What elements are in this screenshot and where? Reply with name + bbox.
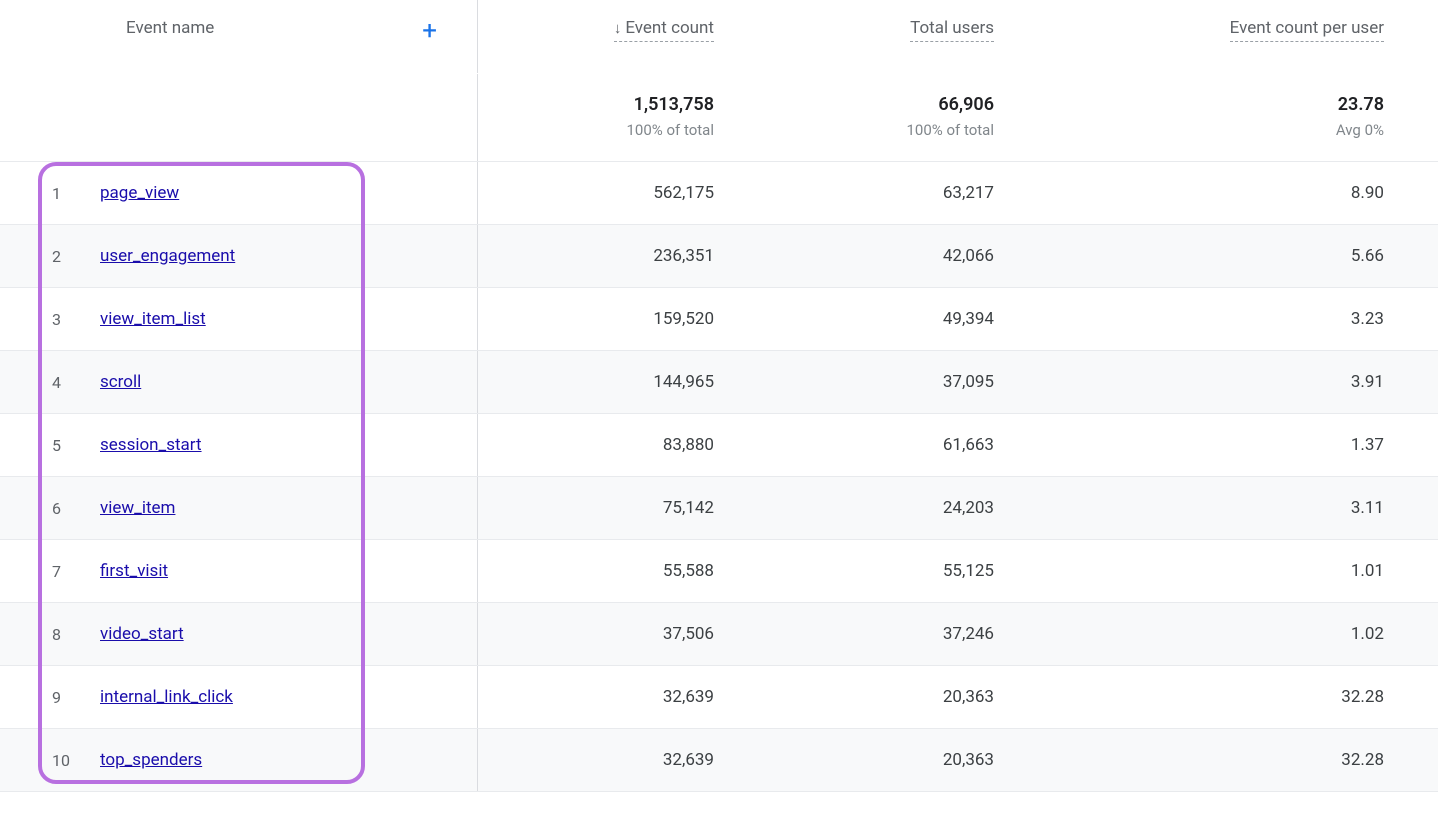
cell-per-user: 8.90 — [1018, 183, 1408, 203]
cell-total-users: 55,125 — [738, 561, 1018, 581]
cell-total-users: 20,363 — [738, 750, 1018, 770]
column-label: Event count — [625, 18, 714, 38]
summary-total-users: 66,906 100% of total — [738, 74, 1018, 161]
cell-per-user: 3.23 — [1018, 309, 1408, 329]
table-row: 2user_engagement236,35142,0665.66 — [0, 225, 1438, 288]
column-label: Event count per user — [1230, 18, 1384, 38]
cell-per-user: 1.02 — [1018, 624, 1408, 644]
event-name-link[interactable]: user_engagement — [100, 246, 235, 266]
data-rows-container: 1page_view562,17563,2178.902user_engagem… — [0, 162, 1438, 792]
cell-event-count: 236,351 — [478, 246, 738, 266]
event-name-link[interactable]: internal_link_click — [100, 687, 233, 707]
cell-event-count: 32,639 — [478, 687, 738, 707]
row-dimension-cell: 6view_item — [0, 477, 478, 539]
row-number: 8 — [52, 625, 100, 644]
event-name-link[interactable]: first_visit — [100, 561, 168, 581]
row-dimension-cell: 1page_view — [0, 162, 478, 224]
table-row: 10top_spenders32,63920,36332.28 — [0, 729, 1438, 792]
cell-event-count: 83,880 — [478, 435, 738, 455]
table-row: 1page_view562,17563,2178.90 — [0, 162, 1438, 225]
summary-subtext: 100% of total — [748, 121, 994, 139]
cell-total-users: 49,394 — [738, 309, 1018, 329]
row-number: 4 — [52, 373, 100, 392]
cell-total-users: 42,066 — [738, 246, 1018, 266]
add-dimension-button[interactable]: + — [422, 18, 437, 44]
table-header-row: Event name + ↓ Event count Total users E… — [0, 0, 1438, 74]
cell-total-users: 37,095 — [738, 372, 1018, 392]
cell-event-count: 37,506 — [478, 624, 738, 644]
cell-per-user: 5.66 — [1018, 246, 1408, 266]
sort-arrow-down-icon: ↓ — [614, 19, 622, 37]
summary-subtext: 100% of total — [488, 121, 714, 139]
row-dimension-cell: 5session_start — [0, 414, 478, 476]
event-name-link[interactable]: session_start — [100, 435, 202, 455]
event-name-link[interactable]: scroll — [100, 372, 141, 392]
row-number: 6 — [52, 499, 100, 518]
summary-event-count: 1,513,758 100% of total — [478, 74, 738, 161]
metric-header-cell-per-user: Event count per user — [1018, 0, 1408, 73]
cell-per-user: 32.28 — [1018, 750, 1408, 770]
table-row: 5session_start83,88061,6631.37 — [0, 414, 1438, 477]
cell-total-users: 20,363 — [738, 687, 1018, 707]
row-dimension-cell: 9internal_link_click — [0, 666, 478, 728]
cell-event-count: 55,588 — [478, 561, 738, 581]
cell-total-users: 63,217 — [738, 183, 1018, 203]
cell-event-count: 159,520 — [478, 309, 738, 329]
dimension-header-label: Event name — [0, 18, 214, 38]
summary-per-user: 23.78 Avg 0% — [1018, 74, 1408, 161]
row-number: 3 — [52, 310, 100, 329]
row-number: 2 — [52, 247, 100, 266]
summary-row: 1,513,758 100% of total 66,906 100% of t… — [0, 74, 1438, 162]
events-table: Event name + ↓ Event count Total users E… — [0, 0, 1438, 792]
event-name-link[interactable]: top_spenders — [100, 750, 202, 770]
cell-per-user: 3.11 — [1018, 498, 1408, 518]
row-number: 9 — [52, 688, 100, 707]
cell-total-users: 37,246 — [738, 624, 1018, 644]
row-number: 10 — [52, 751, 100, 770]
cell-event-count: 75,142 — [478, 498, 738, 518]
cell-per-user: 32.28 — [1018, 687, 1408, 707]
cell-event-count: 562,175 — [478, 183, 738, 203]
table-row: 9internal_link_click32,63920,36332.28 — [0, 666, 1438, 729]
column-header-event-count[interactable]: ↓ Event count — [614, 18, 714, 42]
event-name-link[interactable]: view_item_list — [100, 309, 206, 329]
column-header-per-user[interactable]: Event count per user — [1230, 18, 1384, 42]
row-dimension-cell: 10top_spenders — [0, 729, 478, 791]
table-row: 8video_start37,50637,2461.02 — [0, 603, 1438, 666]
row-number: 1 — [52, 184, 100, 203]
row-dimension-cell: 7first_visit — [0, 540, 478, 602]
row-dimension-cell: 8video_start — [0, 603, 478, 665]
row-number: 7 — [52, 562, 100, 581]
cell-total-users: 24,203 — [738, 498, 1018, 518]
table-row: 3view_item_list159,52049,3943.23 — [0, 288, 1438, 351]
metric-header-cell-total-users: Total users — [738, 0, 1018, 73]
table-row: 4scroll144,96537,0953.91 — [0, 351, 1438, 414]
column-label: Total users — [910, 18, 994, 38]
cell-per-user: 3.91 — [1018, 372, 1408, 392]
event-name-link[interactable]: video_start — [100, 624, 184, 644]
summary-subtext: Avg 0% — [1028, 121, 1384, 139]
summary-value: 1,513,758 — [488, 94, 714, 115]
row-number: 5 — [52, 436, 100, 455]
cell-per-user: 1.37 — [1018, 435, 1408, 455]
cell-per-user: 1.01 — [1018, 561, 1408, 581]
metric-header-cell-event-count: ↓ Event count — [478, 0, 738, 73]
row-dimension-cell: 2user_engagement — [0, 225, 478, 287]
row-dimension-cell: 4scroll — [0, 351, 478, 413]
event-name-link[interactable]: view_item — [100, 498, 175, 518]
cell-total-users: 61,663 — [738, 435, 1018, 455]
table-row: 6view_item75,14224,2033.11 — [0, 477, 1438, 540]
column-header-total-users[interactable]: Total users — [910, 18, 994, 42]
summary-value: 23.78 — [1028, 94, 1384, 115]
event-name-link[interactable]: page_view — [100, 183, 179, 203]
cell-event-count: 144,965 — [478, 372, 738, 392]
dimension-column-header-cell: Event name + — [0, 0, 478, 73]
table-row: 7first_visit55,58855,1251.01 — [0, 540, 1438, 603]
summary-dimension-cell — [0, 74, 478, 161]
summary-value: 66,906 — [748, 94, 994, 115]
cell-event-count: 32,639 — [478, 750, 738, 770]
row-dimension-cell: 3view_item_list — [0, 288, 478, 350]
